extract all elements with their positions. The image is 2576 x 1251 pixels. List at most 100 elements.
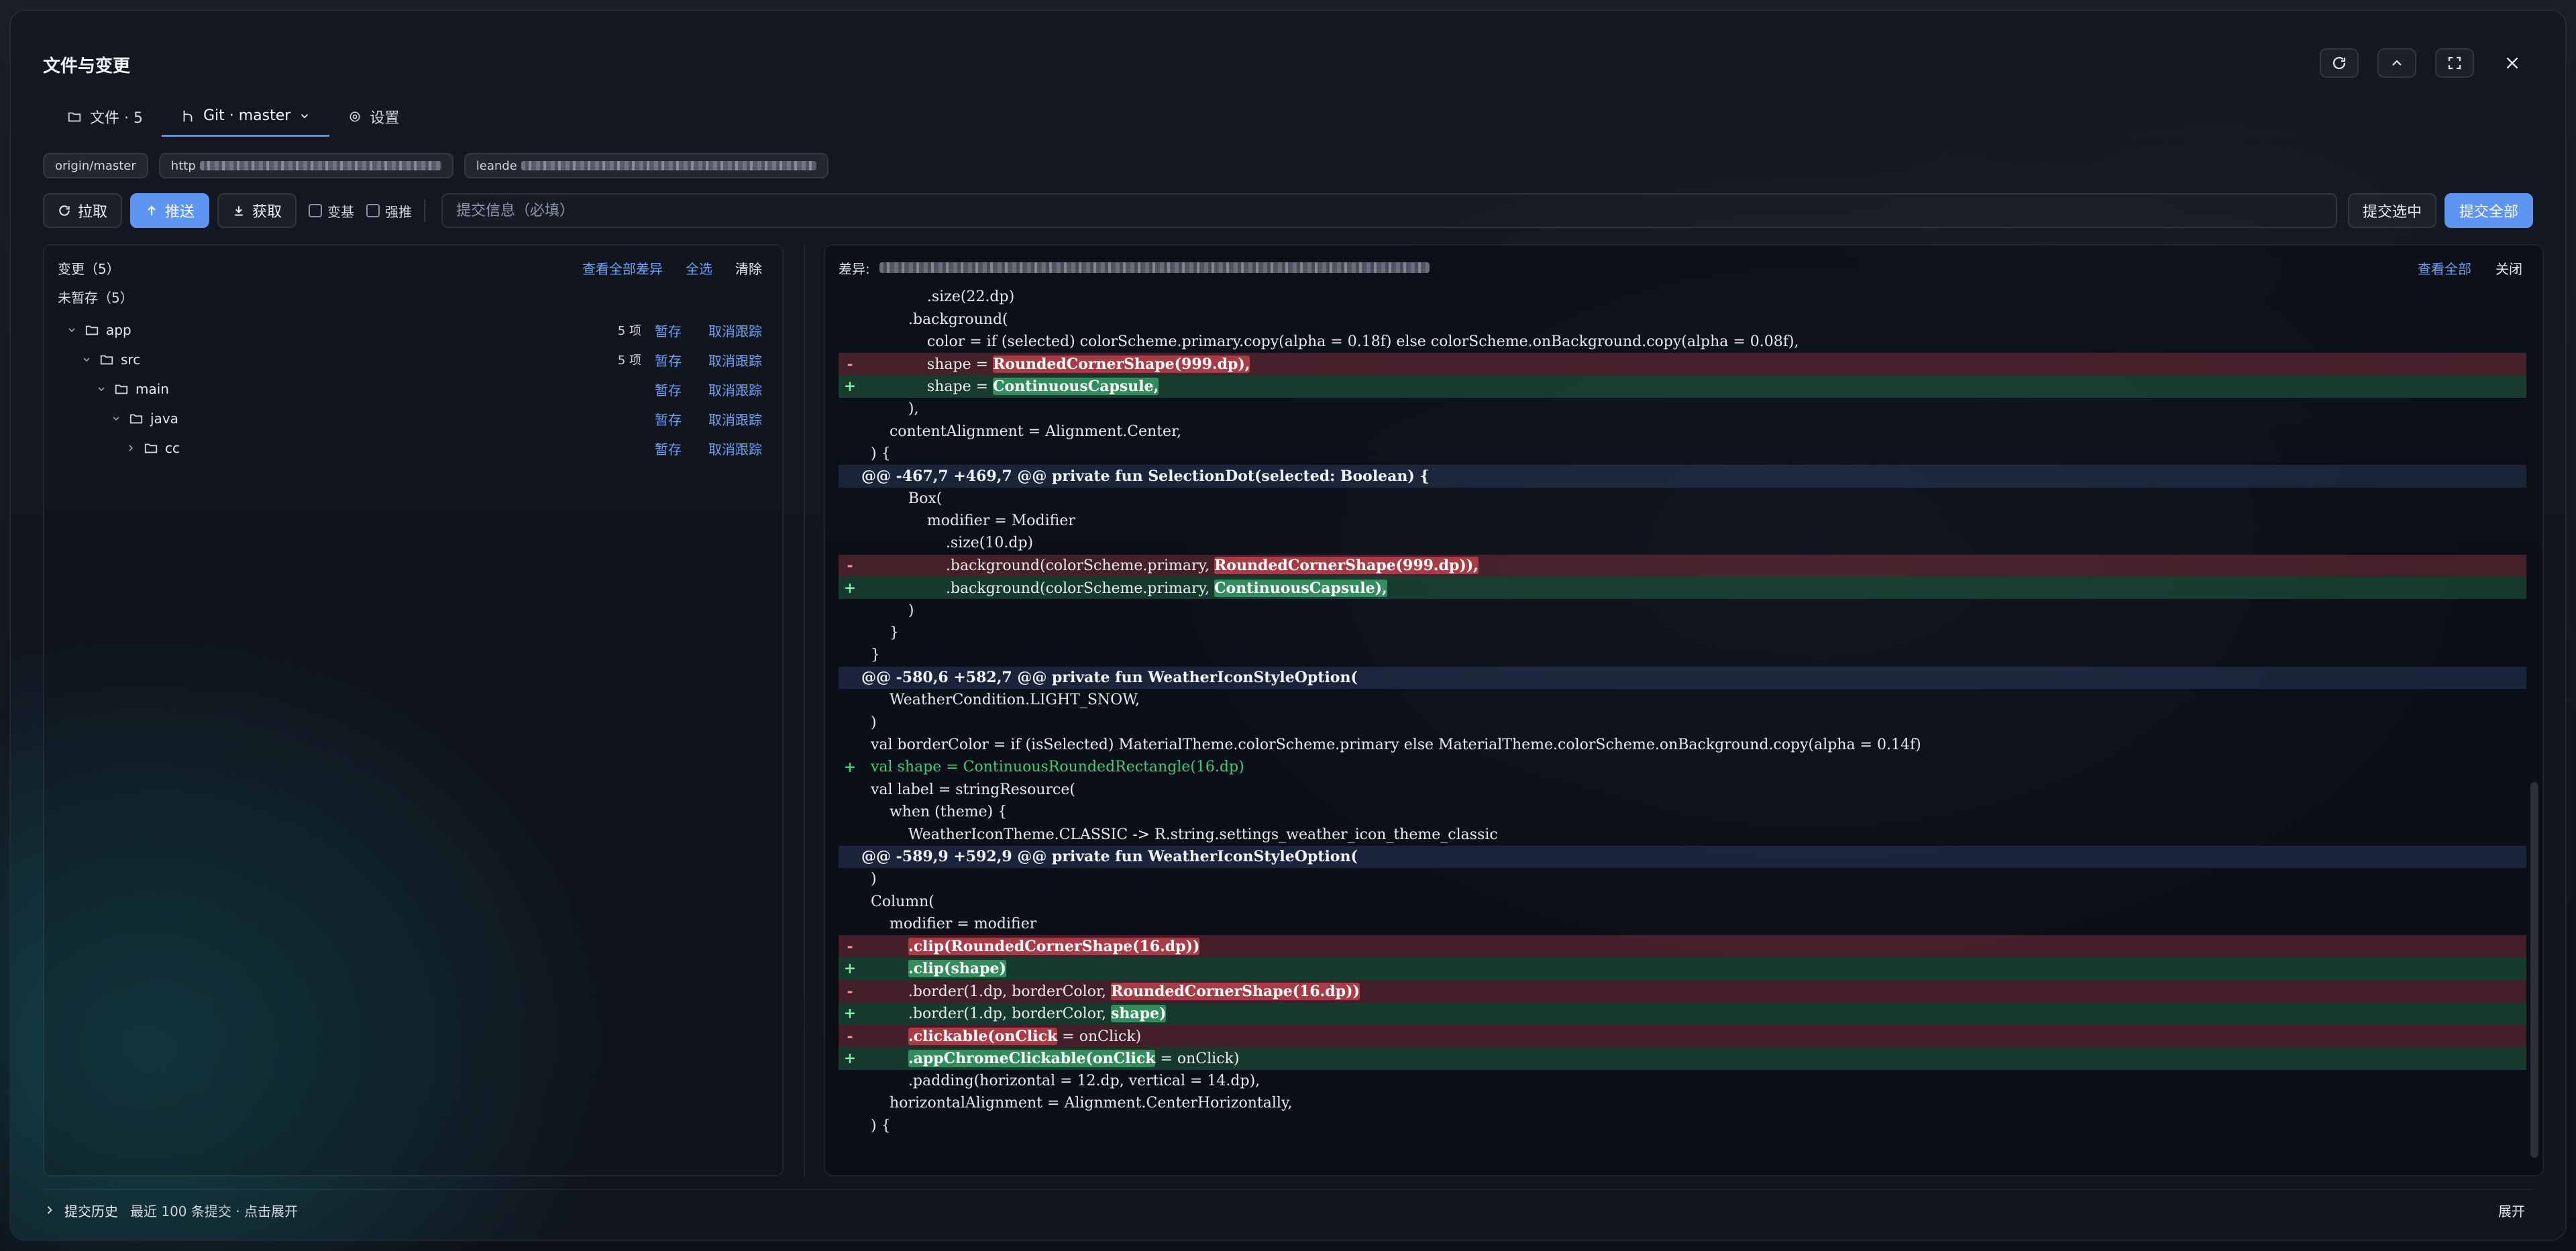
diff-highlight: ContinuousCapsule, xyxy=(993,378,1159,396)
diff-marker: - xyxy=(847,1027,853,1045)
close-icon xyxy=(2506,57,2518,69)
folder-icon xyxy=(115,384,128,394)
diff-marker: - xyxy=(847,557,853,575)
fullscreen-button[interactable] xyxy=(2435,48,2474,78)
diff-code: .clip(shape) xyxy=(861,960,2526,978)
diff-code: ) xyxy=(861,871,877,888)
diff-line: modifier = Modifier xyxy=(839,510,2526,532)
force-push-checkbox[interactable]: 强推 xyxy=(366,201,412,221)
remote-url-pill: http xyxy=(158,153,453,178)
diff-line: ) xyxy=(839,868,2526,890)
diff-marker: - xyxy=(847,355,853,373)
diff-code: } xyxy=(861,624,899,642)
diff-marker: + xyxy=(843,758,857,776)
diff-line: horizontalAlignment = Alignment.CenterHo… xyxy=(839,1092,2526,1114)
tab-git[interactable]: Git · master xyxy=(161,97,330,137)
diff-marker: + xyxy=(843,960,857,978)
close-diff-link[interactable]: 关闭 xyxy=(2496,258,2522,278)
fullscreen-icon xyxy=(2448,56,2461,70)
close-button[interactable] xyxy=(2493,48,2532,78)
diff-line: when (theme) { xyxy=(839,801,2526,823)
folder-icon xyxy=(100,355,113,365)
untrack-button[interactable]: 取消跟踪 xyxy=(698,409,762,429)
diff-line: - shape = RoundedCornerShape(999.dp), xyxy=(839,353,2526,376)
scrollbar-thumb[interactable] xyxy=(2530,782,2538,1158)
diff-code: .clip(RoundedCornerShape(16.dp)) xyxy=(861,938,2526,956)
diff-code: @@ -467,7 +469,7 @@ private fun Selectio… xyxy=(861,467,1430,485)
remote-branch-pill: origin/master xyxy=(43,153,148,178)
diff-line: val label = stringResource( xyxy=(839,779,2526,801)
stage-button[interactable]: 暂存 xyxy=(655,321,698,340)
push-button[interactable]: 推送 xyxy=(130,193,210,228)
select-all-link[interactable]: 全选 xyxy=(686,258,712,278)
diff-highlight: .clickable(onClick xyxy=(908,1027,1058,1045)
stage-button[interactable]: 暂存 xyxy=(655,409,698,429)
tree-row[interactable]: main 暂存 取消跟踪 xyxy=(58,374,762,404)
diff-code: Column( xyxy=(861,893,934,910)
changes-count-label: 变更（5） xyxy=(58,260,120,277)
diff-marker: - xyxy=(847,938,853,956)
chevron-down-icon xyxy=(110,413,122,424)
diff-label: 差异: xyxy=(839,260,870,277)
diff-code: ) { xyxy=(861,445,891,462)
diff-line: Column( xyxy=(839,891,2526,913)
download-icon xyxy=(235,206,243,216)
repo-info-pills: origin/master http leande xyxy=(43,153,828,178)
chevron-down-icon xyxy=(301,113,309,119)
untrack-button[interactable]: 取消跟踪 xyxy=(698,380,762,399)
diff-code: shape = ContinuousCapsule, xyxy=(861,378,1159,396)
untrack-button[interactable]: 取消跟踪 xyxy=(698,439,762,458)
arrow-up-icon xyxy=(148,205,156,215)
chevron-down-icon xyxy=(95,384,107,394)
diff-scrollbar[interactable] xyxy=(2530,286,2538,1159)
diff-line: .size(10.dp) xyxy=(839,532,2526,554)
tree-row[interactable]: src 5 项 暂存 取消跟踪 xyxy=(58,345,762,374)
diff-code: ) { xyxy=(861,1117,891,1134)
diff-code: when (theme) { xyxy=(861,804,1008,821)
pull-button[interactable]: 拉取 xyxy=(43,193,123,228)
user-pill: leande xyxy=(464,153,828,178)
tree-row[interactable]: cc 暂存 取消跟踪 xyxy=(58,433,762,463)
commit-history-bar[interactable]: 提交历史 最近 100 条提交 · 点击展开 展开 xyxy=(43,1189,2533,1230)
refresh-button[interactable] xyxy=(2320,48,2359,78)
diff-code: } xyxy=(861,647,880,664)
diff-code: @@ -580,6 +582,7 @@ private fun WeatherI… xyxy=(861,669,1358,687)
stage-button[interactable]: 暂存 xyxy=(655,380,698,399)
commit-all-button[interactable]: 提交全部 xyxy=(2444,193,2533,228)
tab-settings[interactable]: 设置 xyxy=(329,97,418,137)
stage-button[interactable]: 暂存 xyxy=(655,439,698,458)
commit-message-input[interactable] xyxy=(441,193,2337,228)
diff-highlight: RoundedCornerShape(999.dp)), xyxy=(1214,557,1479,575)
diff-highlight: RoundedCornerShape(999.dp), xyxy=(993,355,1250,373)
expand-button[interactable]: 展开 xyxy=(2498,1201,2525,1220)
collapse-button[interactable] xyxy=(2377,48,2416,78)
diff-marker: + xyxy=(843,579,857,597)
tree-row[interactable]: app 5 项 暂存 取消跟踪 xyxy=(58,315,762,345)
diff-code: ) xyxy=(861,602,914,619)
panel-splitter[interactable] xyxy=(804,244,805,1177)
chevron-right-icon xyxy=(125,443,137,453)
diff-line: ) xyxy=(839,711,2526,733)
view-all-link[interactable]: 查看全部 xyxy=(2418,258,2471,278)
view-all-diff-link[interactable]: 查看全部差异 xyxy=(582,258,663,278)
untrack-button[interactable]: 取消跟踪 xyxy=(698,321,762,340)
tree-row[interactable]: java 暂存 取消跟踪 xyxy=(58,404,762,433)
diff-view: .size(22.dp) .background( color = if (se… xyxy=(839,286,2526,1159)
checkbox-icon xyxy=(309,204,323,217)
diff-highlight: .appChromeClickable(onClick xyxy=(908,1049,1156,1067)
diff-code: color = if (selected) colorScheme.primar… xyxy=(861,333,1799,350)
fetch-button[interactable]: 获取 xyxy=(217,193,297,228)
rebase-checkbox[interactable]: 变基 xyxy=(309,201,354,221)
diff-code: ) xyxy=(861,714,877,731)
stage-button[interactable]: 暂存 xyxy=(655,350,698,370)
diff-code: .size(10.dp) xyxy=(861,535,1034,552)
diff-code: .background( xyxy=(861,311,1008,328)
gear-icon xyxy=(350,111,360,122)
tab-files[interactable]: 文件 · 5 xyxy=(48,97,162,137)
clear-link[interactable]: 清除 xyxy=(735,258,762,278)
diff-highlight: .clip(RoundedCornerShape(16.dp)) xyxy=(908,938,1200,956)
commit-selected-button[interactable]: 提交选中 xyxy=(2347,193,2436,228)
diff-marker: + xyxy=(843,1049,857,1067)
chevron-up-icon xyxy=(2392,60,2402,66)
untrack-button[interactable]: 取消跟踪 xyxy=(698,350,762,370)
